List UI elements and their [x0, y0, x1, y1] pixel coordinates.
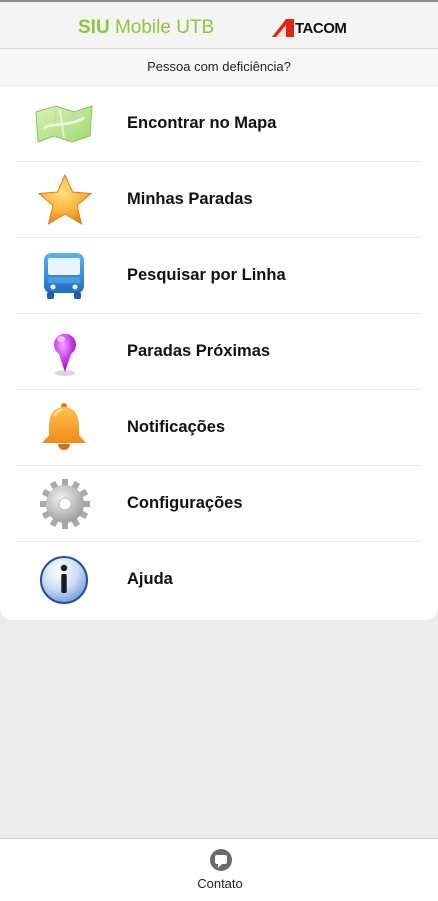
accessibility-link[interactable]: Pessoa com deficiência?	[0, 59, 438, 74]
contact-label: Contato	[197, 876, 243, 891]
tacom-logo: TACOM	[272, 19, 347, 37]
bus-icon	[34, 250, 94, 302]
menu-item-label: Ajuda	[127, 570, 173, 588]
tacom-logo-mark	[272, 19, 294, 37]
chat-bubble-icon	[209, 849, 233, 873]
menu-item-label: Configurações	[127, 494, 243, 512]
menu-item-search-line[interactable]: Pesquisar por Linha	[0, 238, 438, 314]
map-icon	[34, 98, 94, 150]
bell-icon	[34, 402, 94, 454]
menu-item-my-stops[interactable]: Minhas Paradas	[0, 162, 438, 238]
star-icon	[34, 174, 94, 226]
menu-item-map[interactable]: Encontrar no Mapa	[0, 86, 438, 162]
app-header: SIU Mobile UTB TACOM	[0, 2, 438, 49]
menu-item-label: Pesquisar por Linha	[127, 266, 286, 284]
menu-item-label: Notificações	[127, 418, 226, 436]
contact-button[interactable]: Contato	[180, 847, 260, 897]
gear-icon	[34, 478, 94, 530]
menu-item-help[interactable]: Ajuda	[0, 542, 438, 618]
footer-bar: Contato	[0, 838, 438, 901]
tacom-logo-text: TACOM	[295, 19, 347, 37]
menu-item-settings[interactable]: Configurações	[0, 466, 438, 542]
accessibility-bar: Pessoa com deficiência?	[0, 49, 438, 85]
app-title: SIU Mobile UTB	[78, 17, 215, 38]
menu-item-label: Encontrar no Mapa	[127, 114, 277, 132]
main-menu: Encontrar no Mapa Minhas Paradas Pesquis…	[0, 86, 438, 620]
menu-item-notifications[interactable]: Notificações	[0, 390, 438, 466]
menu-item-label: Paradas Próximas	[127, 342, 271, 360]
info-icon	[34, 554, 94, 606]
menu-item-label: Minhas Paradas	[127, 190, 253, 208]
menu-item-nearby-stops[interactable]: Paradas Próximas	[0, 314, 438, 390]
location-pin-icon	[34, 326, 94, 378]
